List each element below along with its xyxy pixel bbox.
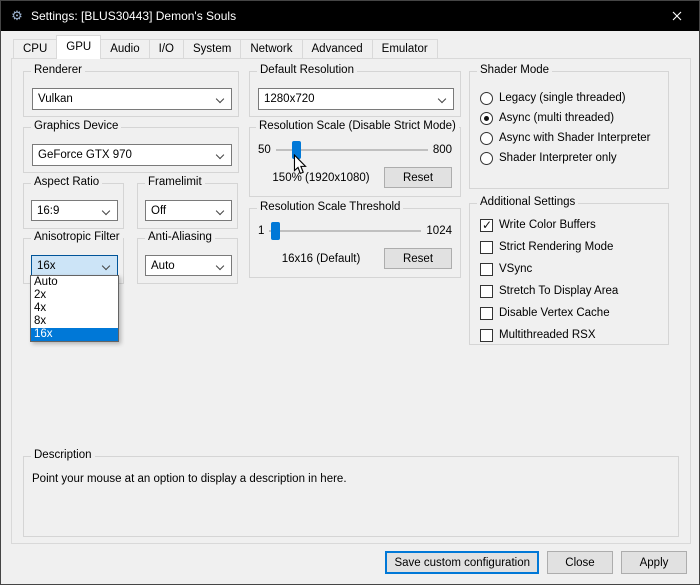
tab-io[interactable]: I/O bbox=[149, 39, 184, 59]
tab-bar: CPU GPU Audio I/O System Network Advance… bbox=[13, 35, 437, 59]
tab-advanced[interactable]: Advanced bbox=[302, 39, 373, 59]
settings-icon: ⚙ bbox=[9, 8, 25, 24]
tab-network[interactable]: Network bbox=[240, 39, 302, 59]
dropdown-option-auto[interactable]: Auto bbox=[31, 276, 118, 289]
dropdown-option-16x[interactable]: 16x bbox=[31, 328, 118, 341]
titlebar[interactable]: ⚙ Settings: [BLUS30443] Demon's Souls bbox=[1, 1, 699, 31]
window-title: Settings: [BLUS30443] Demon's Souls bbox=[31, 9, 236, 23]
footer-buttons: Save custom configuration Close Apply bbox=[385, 551, 687, 574]
tab-gpu[interactable]: GPU bbox=[56, 35, 101, 59]
settings-window: ⚙ Settings: [BLUS30443] Demon's Souls CP… bbox=[0, 0, 700, 585]
tab-emulator[interactable]: Emulator bbox=[372, 39, 438, 59]
tab-audio[interactable]: Audio bbox=[100, 39, 149, 59]
apply-button[interactable]: Apply bbox=[621, 551, 687, 574]
close-button[interactable] bbox=[654, 1, 699, 31]
dropdown-option-2x[interactable]: 2x bbox=[31, 289, 118, 302]
tab-cpu[interactable]: CPU bbox=[13, 39, 57, 59]
close-icon bbox=[672, 11, 682, 21]
dropdown-option-4x[interactable]: 4x bbox=[31, 302, 118, 315]
save-custom-configuration-button[interactable]: Save custom configuration bbox=[385, 551, 539, 574]
anisotropic-filter-dropdown: Auto 2x 4x 8x 16x bbox=[30, 275, 119, 342]
close-button-footer[interactable]: Close bbox=[547, 551, 613, 574]
dropdown-option-8x[interactable]: 8x bbox=[31, 315, 118, 328]
tab-system[interactable]: System bbox=[183, 39, 241, 59]
